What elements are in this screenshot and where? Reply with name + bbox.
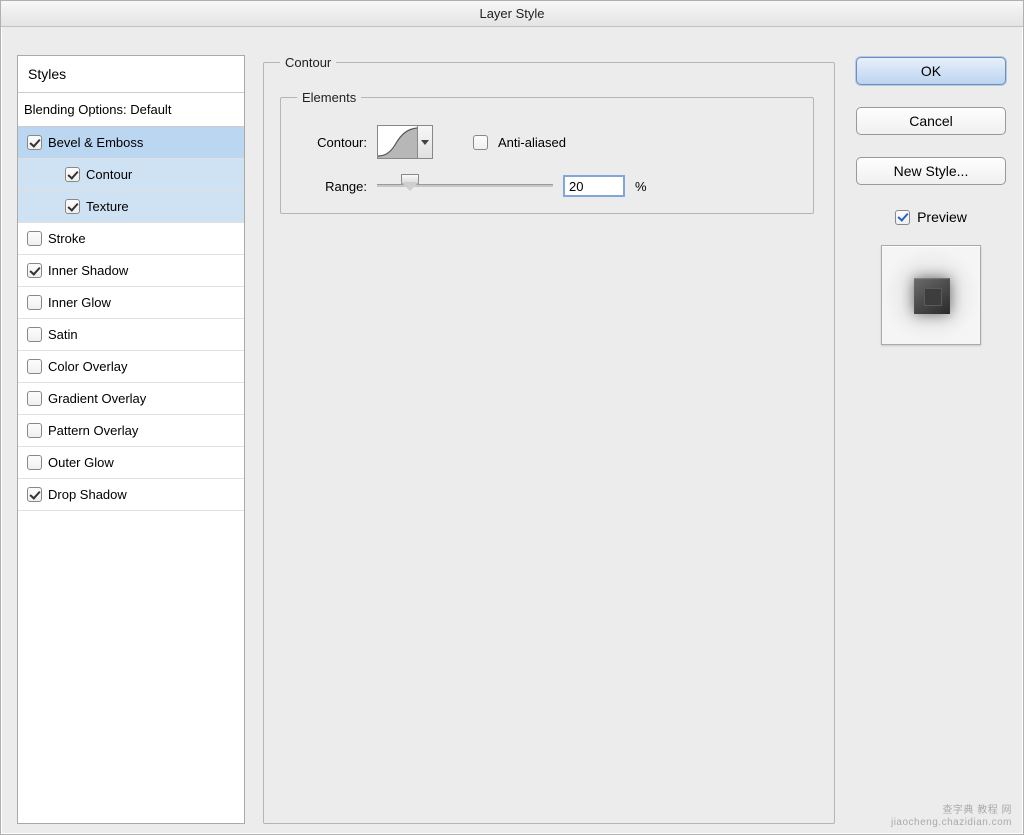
chevron-down-icon[interactable] xyxy=(417,126,432,158)
styles-header[interactable]: Styles xyxy=(18,56,244,93)
style-item-color-overlay[interactable]: Color Overlay xyxy=(18,351,244,383)
range-unit: % xyxy=(635,179,647,194)
style-item-label: Satin xyxy=(48,327,78,342)
style-item-label: Stroke xyxy=(48,231,86,246)
anti-aliased-label: Anti-aliased xyxy=(498,135,566,150)
cancel-button[interactable]: Cancel xyxy=(856,107,1006,135)
style-item-contour[interactable]: Contour xyxy=(18,159,244,191)
style-item-outer-glow[interactable]: Outer Glow xyxy=(18,447,244,479)
main-area: Contour Elements Contour: xyxy=(263,55,835,824)
style-item-label: Texture xyxy=(86,199,129,214)
style-item-texture[interactable]: Texture xyxy=(18,191,244,223)
contour-group: Contour Elements Contour: xyxy=(263,55,835,824)
style-item-label: Color Overlay xyxy=(48,359,127,374)
elements-group-title: Elements xyxy=(297,90,361,105)
style-item-label: Contour xyxy=(86,167,132,182)
right-column: OK Cancel New Style... Preview xyxy=(853,55,1009,824)
range-row: Range: % xyxy=(297,175,797,197)
style-item-inner-glow[interactable]: Inner Glow xyxy=(18,287,244,319)
style-item-label: Gradient Overlay xyxy=(48,391,146,406)
preview-toggle-row: Preview xyxy=(895,209,967,225)
style-checkbox[interactable] xyxy=(27,231,42,246)
style-checkbox[interactable] xyxy=(27,359,42,374)
window-title: Layer Style xyxy=(1,1,1023,27)
elements-group: Elements Contour: xyxy=(280,90,814,214)
styles-panel: Styles Blending Options: Default Bevel &… xyxy=(17,55,245,824)
preview-label: Preview xyxy=(917,209,967,225)
preview-checkbox[interactable] xyxy=(895,210,910,225)
style-item-label: Outer Glow xyxy=(48,455,114,470)
style-item-satin[interactable]: Satin xyxy=(18,319,244,351)
contour-group-title: Contour xyxy=(280,55,336,70)
style-item-label: Pattern Overlay xyxy=(48,423,138,438)
blending-options-row[interactable]: Blending Options: Default xyxy=(18,93,244,127)
style-checkbox[interactable] xyxy=(27,263,42,278)
contour-picker[interactable] xyxy=(377,125,433,159)
style-item-inner-shadow[interactable]: Inner Shadow xyxy=(18,255,244,287)
style-item-label: Inner Glow xyxy=(48,295,111,310)
style-item-label: Drop Shadow xyxy=(48,487,127,502)
style-checkbox[interactable] xyxy=(27,455,42,470)
content-area: Styles Blending Options: Default Bevel &… xyxy=(1,27,1023,834)
ok-button[interactable]: OK xyxy=(856,57,1006,85)
anti-aliased-checkbox[interactable] xyxy=(473,135,488,150)
preview-swatch-icon xyxy=(914,278,950,314)
style-checkbox[interactable] xyxy=(27,487,42,502)
style-item-label: Bevel & Emboss xyxy=(48,135,143,150)
preview-thumbnail xyxy=(881,245,981,345)
styles-list: Bevel & Emboss Contour Texture Stroke Inner … xyxy=(18,127,244,823)
style-checkbox[interactable] xyxy=(27,423,42,438)
range-label: Range: xyxy=(297,179,367,194)
style-checkbox[interactable] xyxy=(27,391,42,406)
style-item-drop-shadow[interactable]: Drop Shadow xyxy=(18,479,244,511)
contour-label: Contour: xyxy=(297,135,367,150)
layer-style-window: Layer Style Styles Blending Options: Def… xyxy=(0,0,1024,835)
style-checkbox[interactable] xyxy=(65,167,80,182)
style-item-bevel-emboss[interactable]: Bevel & Emboss xyxy=(18,127,244,159)
style-checkbox[interactable] xyxy=(27,135,42,150)
range-slider[interactable] xyxy=(377,176,553,196)
style-checkbox[interactable] xyxy=(65,199,80,214)
new-style-button[interactable]: New Style... xyxy=(856,157,1006,185)
style-item-pattern-overlay[interactable]: Pattern Overlay xyxy=(18,415,244,447)
contour-row: Contour: Anti-alias xyxy=(297,125,797,159)
style-item-label: Inner Shadow xyxy=(48,263,128,278)
style-item-gradient-overlay[interactable]: Gradient Overlay xyxy=(18,383,244,415)
style-checkbox[interactable] xyxy=(27,295,42,310)
style-item-stroke[interactable]: Stroke xyxy=(18,223,244,255)
style-checkbox[interactable] xyxy=(27,327,42,342)
contour-curve-icon xyxy=(378,126,417,158)
range-input[interactable] xyxy=(563,175,625,197)
